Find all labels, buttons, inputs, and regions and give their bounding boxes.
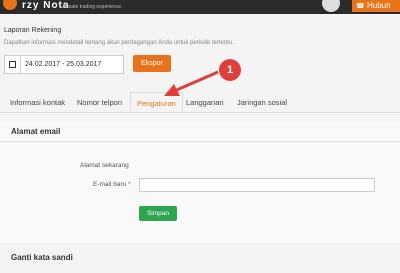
- callout-arrow: [164, 70, 219, 96]
- divider: [0, 141, 400, 142]
- contact-button[interactable]: ☎ Hubun: [352, 0, 400, 12]
- tab-social-networks[interactable]: Jaringan sosial: [237, 98, 287, 107]
- password-section-title: Ganti kata sandi: [11, 253, 73, 262]
- tab-contact-info[interactable]: Informasi kontak: [10, 98, 65, 107]
- date-range-picker[interactable]: 24.02.2017 - 25.03.2017: [4, 55, 124, 74]
- calendar-button[interactable]: [5, 56, 21, 73]
- tab-subscriptions[interactable]: Langganan: [186, 98, 224, 107]
- required-marker: *: [128, 181, 131, 188]
- slogan: Ultimate trading experience: [60, 4, 121, 10]
- calendar-icon: [9, 61, 16, 68]
- report-title: Laporan Rekening: [4, 27, 62, 34]
- slogan-secondary: ...: [118, 4, 123, 10]
- top-bar: rzy Nota Ultimate trading experience ...…: [0, 0, 400, 14]
- new-email-label: E-mail baru *: [93, 181, 131, 188]
- phone-icon: ☎: [356, 3, 365, 10]
- save-button[interactable]: Simpan: [139, 206, 177, 221]
- logo-icon: [3, 0, 17, 10]
- email-section-title: Alamat email: [11, 127, 61, 136]
- new-email-input[interactable]: [139, 178, 375, 192]
- tab-phone-number[interactable]: Nomor telpon: [77, 98, 122, 107]
- report-description: Dapatkan informasi mendetail tentang aku…: [4, 40, 234, 46]
- callout-badge: 1: [219, 59, 241, 81]
- new-email-label-text: E-mail baru: [93, 181, 127, 188]
- date-range-value: 24.02.2017 - 25.03.2017: [25, 61, 102, 68]
- current-email-label: Alamat sekarang: [80, 162, 129, 169]
- avatar[interactable]: [322, 0, 340, 12]
- contact-button-label: Hubun: [366, 1, 391, 10]
